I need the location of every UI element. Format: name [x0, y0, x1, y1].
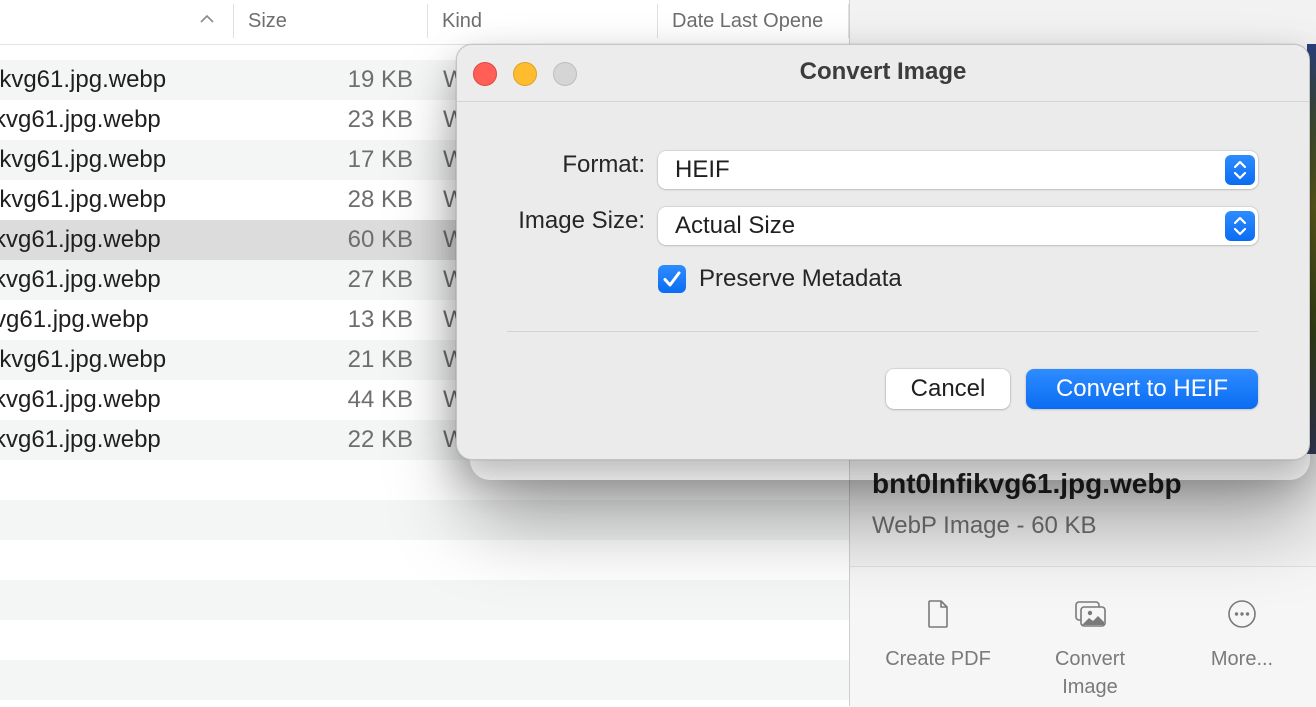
- chevron-up-icon[interactable]: [198, 10, 216, 28]
- format-value: HEIF: [675, 156, 730, 183]
- convert-image-button[interactable]: Convert Image: [1015, 567, 1165, 701]
- file-name-cell: ikvg61.jpg.webp: [0, 66, 167, 93]
- column-separator[interactable]: [233, 4, 234, 38]
- empty-row: [0, 660, 849, 700]
- convert-image-dialog: Convert Image Format: HEIF Image Size: A…: [456, 44, 1310, 460]
- image-size-popup[interactable]: Actual Size: [658, 207, 1258, 245]
- file-size-cell: 27 KB: [347, 266, 413, 293]
- close-window-button[interactable]: [473, 62, 497, 86]
- file-name-cell: kvg61.jpg.webp: [0, 426, 161, 453]
- ellipsis-circle-icon: [1228, 600, 1256, 628]
- minimize-window-button[interactable]: [513, 62, 537, 86]
- file-name-cell: vg61.jpg.webp: [0, 306, 149, 333]
- cancel-button[interactable]: Cancel: [886, 369, 1010, 409]
- column-header-kind[interactable]: Kind: [442, 0, 482, 44]
- file-size-cell: 60 KB: [347, 226, 413, 253]
- zoom-window-button: [553, 62, 577, 86]
- column-separator[interactable]: [657, 4, 658, 38]
- convert-button[interactable]: Convert to HEIF: [1026, 369, 1258, 409]
- popup-stepper-icon: [1225, 155, 1255, 185]
- column-header-size[interactable]: Size: [248, 0, 287, 44]
- quick-actions: Create PDF Convert Image More...: [850, 566, 1316, 707]
- file-name-cell: kvg61.jpg.webp: [0, 106, 161, 133]
- file-name-cell: kvg61.jpg.webp: [0, 386, 161, 413]
- empty-row: [0, 540, 849, 580]
- format-popup[interactable]: HEIF: [658, 151, 1258, 189]
- create-pdf-button[interactable]: Create PDF: [863, 567, 1013, 673]
- file-name-cell: ikvg61.jpg.webp: [0, 346, 167, 373]
- file-size-cell: 28 KB: [347, 186, 413, 213]
- photos-icon: [1075, 601, 1106, 627]
- file-size-cell: 44 KB: [347, 386, 413, 413]
- file-name-cell: ikvg61.jpg.webp: [0, 146, 167, 173]
- preserve-metadata-label[interactable]: Preserve Metadata: [699, 264, 902, 294]
- file-name-cell: ikvg61.jpg.webp: [0, 186, 167, 213]
- create-pdf-label: Create PDF: [885, 648, 991, 670]
- checkmark-icon: [663, 271, 681, 287]
- info-section-peek: [872, 556, 1072, 566]
- preserve-metadata-checkbox[interactable]: [658, 265, 686, 293]
- file-size-cell: 19 KB: [347, 66, 413, 93]
- file-size-cell: 23 KB: [347, 106, 413, 133]
- file-size-cell: 22 KB: [347, 426, 413, 453]
- column-header-bar: Size Kind Date Last Opene: [0, 0, 849, 45]
- format-label: Format:: [562, 151, 645, 178]
- empty-row: [0, 580, 849, 620]
- document-icon: [928, 600, 948, 628]
- file-name-cell: kvg61.jpg.webp: [0, 226, 161, 253]
- convert-image-label: Convert Image: [1054, 648, 1126, 698]
- more-button[interactable]: More...: [1167, 567, 1316, 673]
- dialog-title: Convert Image: [799, 58, 967, 85]
- file-size-cell: 17 KB: [347, 146, 413, 173]
- more-label: More...: [1210, 648, 1274, 670]
- divider: [507, 331, 1258, 332]
- column-separator[interactable]: [427, 4, 428, 38]
- image-size-value: Actual Size: [675, 212, 796, 239]
- file-size-cell: 21 KB: [347, 346, 413, 373]
- empty-row: [0, 620, 849, 660]
- popup-stepper-icon: [1225, 211, 1255, 241]
- preview-file-meta: WebP Image - 60 KB: [872, 512, 1097, 539]
- column-header-date-last-opened[interactable]: Date Last Opene: [672, 0, 823, 44]
- dialog-titlebar[interactable]: Convert Image: [457, 45, 1309, 102]
- file-size-cell: 13 KB: [347, 306, 413, 333]
- empty-row: [0, 500, 849, 540]
- image-size-label: Image Size:: [518, 207, 645, 234]
- file-name-cell: kvg61.jpg.webp: [0, 266, 161, 293]
